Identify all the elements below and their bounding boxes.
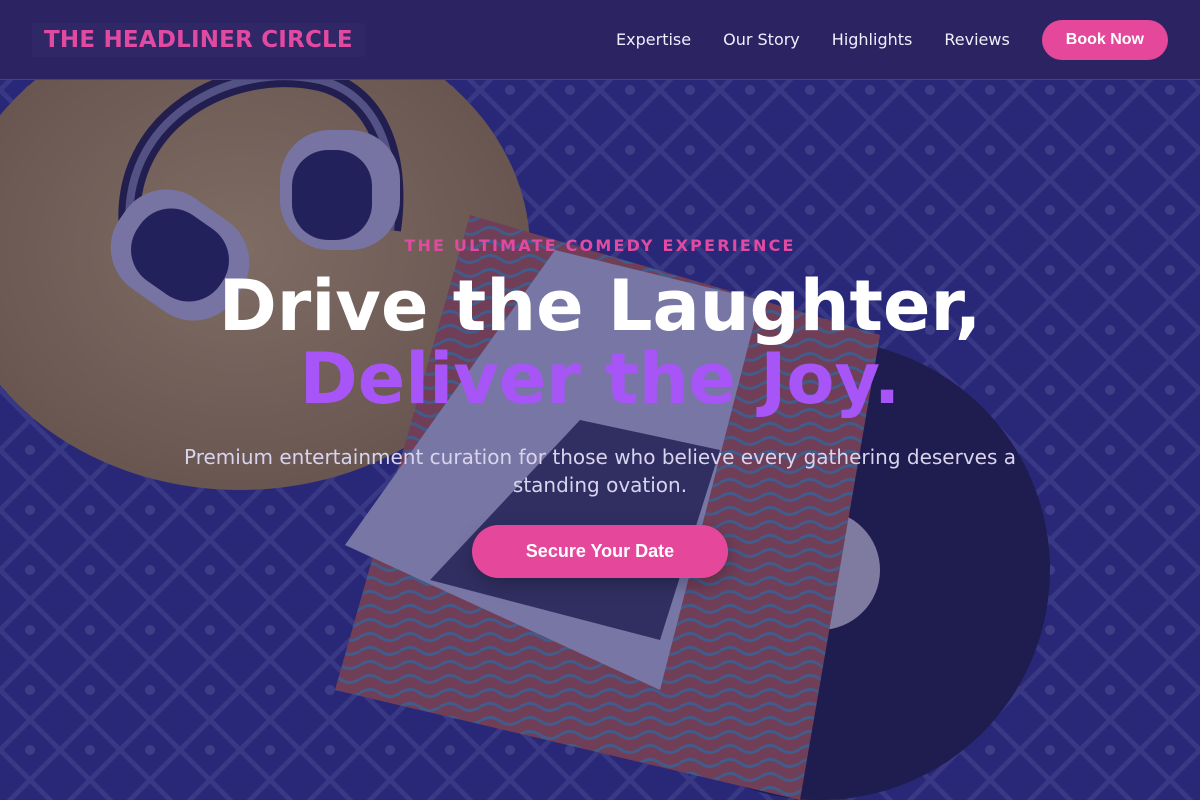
hero-headline-line-1: Drive the Laughter,	[218, 265, 982, 347]
hero-eyebrow: THE ULTIMATE COMEDY EXPERIENCE	[404, 236, 796, 255]
secure-your-date-button[interactable]: Secure Your Date	[472, 525, 728, 578]
book-now-button[interactable]: Book Now	[1041, 19, 1168, 60]
hero-headline-line-2: Deliver the Joy.	[299, 338, 901, 420]
nav-link-highlights[interactable]: Highlights	[832, 30, 913, 49]
brand-logo[interactable]: THE HEADLINER CIRCLE	[32, 22, 365, 57]
nav-links: Expertise Our Story Highlights Reviews B…	[584, 19, 1168, 60]
hero-section: THE ULTIMATE COMEDY EXPERIENCE Drive the…	[0, 80, 1200, 800]
top-navbar: THE HEADLINER CIRCLE Expertise Our Story…	[0, 0, 1200, 80]
hero-subtext: Premium entertainment curation for those…	[183, 445, 1016, 497]
nav-link-expertise[interactable]: Expertise	[616, 30, 691, 49]
nav-link-reviews[interactable]: Reviews	[944, 30, 1009, 49]
nav-link-our-story[interactable]: Our Story	[723, 30, 800, 49]
